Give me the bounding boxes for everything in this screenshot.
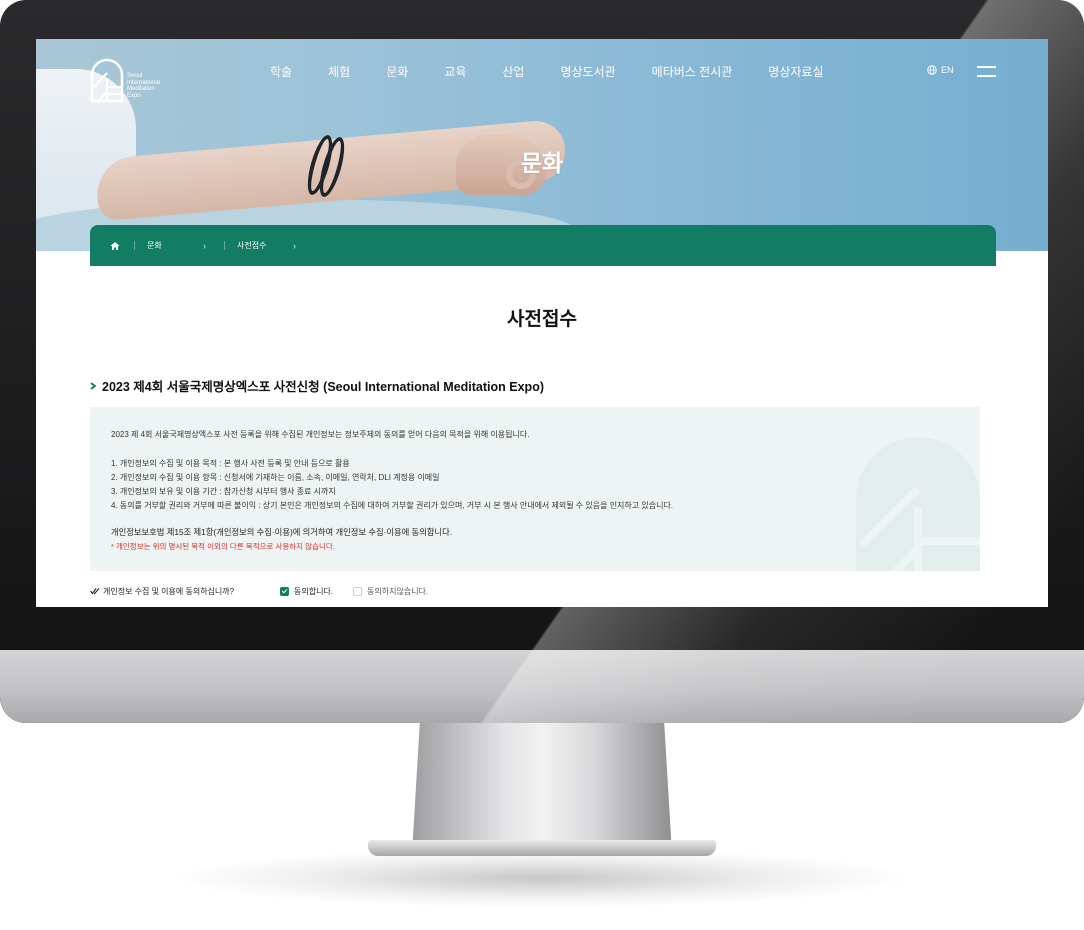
- hero-title: 문화: [520, 150, 564, 176]
- site-logo[interactable]: Seoul International Meditation Expo: [90, 57, 180, 105]
- notice-item: 2. 개인정보의 수집 및 이용 항목 : 신청서에 기재하는 이름, 소속, …: [111, 473, 440, 482]
- monitor-frame: Seoul International Meditation Expo 학술 체…: [0, 0, 1084, 723]
- logo-mark-icon: [90, 58, 124, 103]
- chevron-down-icon: ›: [203, 240, 206, 251]
- agree-label: 동의합니다.: [294, 586, 334, 596]
- nav-item-industry[interactable]: 산업: [502, 63, 524, 81]
- page-title: 사전접수: [507, 309, 577, 330]
- logo-watermark-icon: [856, 437, 980, 571]
- checkbox-checked-icon[interactable]: [280, 586, 289, 596]
- notice-item: 3. 개인정보의 보유 및 이용 기간 : 참가신청 시부터 행사 종료 시까지: [111, 487, 336, 496]
- nav-item-library[interactable]: 명상도서관: [560, 63, 615, 81]
- monitor-chin: [0, 650, 1084, 723]
- chevron-right-icon: [90, 381, 96, 390]
- double-check-icon: [90, 588, 100, 595]
- nav-item-culture[interactable]: 문화: [386, 63, 408, 81]
- consent-row: 개인정보 수집 및 이용에 동의하십니까? 동의합니다. 동의하지않습니다.: [90, 583, 980, 599]
- nav-item-experience[interactable]: 체험: [328, 63, 350, 81]
- breadcrumb-item-registration[interactable]: 사전접수 ›: [210, 240, 300, 251]
- disagree-label: 동의하지않습니다.: [367, 586, 429, 596]
- language-selector[interactable]: EN: [927, 65, 954, 75]
- consent-question-text: 개인정보 수집 및 이용에 동의하십니까?: [103, 586, 235, 596]
- logo-text-line: Expo: [127, 92, 141, 99]
- breadcrumb-label: 문화: [147, 241, 162, 250]
- nav-item-education[interactable]: 교육: [444, 63, 466, 81]
- notice-item: 4. 동의를 거부할 권리와 거부에 따른 불이익 : 상기 본인은 개인정보의…: [111, 501, 674, 510]
- notice-intro: 2023 제 4회 서울국제명상엑스포 사전 등록을 위해 수집된 개인정보는 …: [111, 430, 530, 439]
- main-nav: 학술 체험 문화 교육 산업 명상도서관 메타버스 전시관 명상자료실: [270, 63, 860, 81]
- language-label: EN: [941, 65, 954, 75]
- breadcrumb-item-culture[interactable]: 문화 ›: [120, 240, 210, 251]
- hero-banner: Seoul International Meditation Expo 학술 체…: [36, 39, 1048, 251]
- nav-item-academic[interactable]: 학술: [270, 63, 292, 81]
- notice-item: 1. 개인정보의 수집 및 이용 목적 : 본 행사 사전 등록 및 안내 등으…: [111, 459, 350, 468]
- consent-question: 개인정보 수집 및 이용에 동의하십니까?: [90, 586, 280, 597]
- notice-law: 개인정보보호법 제15조 제1항(개인정보의 수집·이용)에 의거하여 개인정보…: [111, 527, 453, 537]
- nav-item-metaverse[interactable]: 메타버스 전시관: [652, 63, 733, 81]
- disagree-checkbox[interactable]: 동의하지않습니다.: [353, 586, 428, 597]
- section-title-text: 2023 제4회 서울국제명상엑스포 사전신청 (Seoul Internati…: [102, 380, 544, 394]
- globe-icon: [927, 65, 937, 75]
- breadcrumb-label: 사전접수: [237, 241, 267, 250]
- section-title: 2023 제4회 서울국제명상엑스포 사전신청 (Seoul Internati…: [90, 376, 544, 395]
- privacy-notice-box: 2023 제 4회 서울국제명상엑스포 사전 등록을 위해 수집된 개인정보는 …: [90, 407, 980, 571]
- website-screen: Seoul International Meditation Expo 학술 체…: [36, 39, 1048, 607]
- monitor-stand-base: [368, 840, 716, 856]
- notice-warning: * 개인정보는 위의 명시된 목적 이외의 다른 목적으로 사용하지 않습니다.: [111, 542, 335, 551]
- home-icon[interactable]: [110, 241, 120, 251]
- monitor-stand: [412, 723, 672, 853]
- breadcrumb: 문화 › 사전접수 ›: [90, 225, 996, 266]
- chevron-down-icon: ›: [293, 240, 296, 251]
- nav-item-archive[interactable]: 명상자료실: [768, 63, 823, 81]
- logo-text: Seoul International Meditation Expo: [127, 73, 177, 99]
- stand-shadow: [170, 848, 914, 908]
- checkbox-unchecked-icon[interactable]: [353, 586, 363, 596]
- hamburger-menu-icon[interactable]: [977, 66, 996, 77]
- agree-checkbox[interactable]: 동의합니다.: [280, 586, 333, 597]
